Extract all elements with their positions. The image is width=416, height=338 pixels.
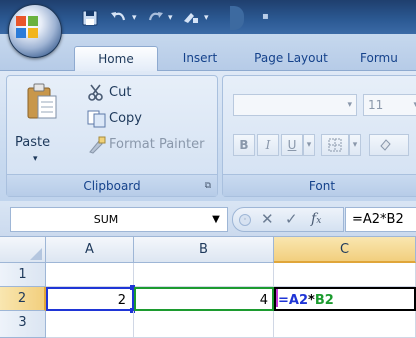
insert-function-icon[interactable]: fx (311, 208, 321, 233)
name-box[interactable]: SUM ▼ (10, 207, 228, 232)
cell-b1[interactable] (134, 263, 274, 287)
title-separator-icon: ▪ (262, 11, 269, 22)
paste-icon[interactable] (25, 82, 59, 122)
save-icon[interactable] (82, 7, 98, 29)
fill-color-icon (380, 139, 391, 151)
select-all-corner[interactable] (0, 237, 46, 263)
column-header-b[interactable]: B (134, 237, 274, 263)
cell-a2[interactable]: 2 (46, 287, 134, 311)
cell-b2[interactable]: 4 (134, 287, 274, 311)
formula-ref-a2: =A2 (278, 293, 308, 308)
borders-button[interactable] (321, 134, 349, 156)
row-header-2[interactable]: 2 (0, 287, 46, 311)
underline-button[interactable]: U (281, 134, 303, 156)
fill-color-button[interactable] (369, 134, 409, 156)
font-group-label: Font (223, 174, 416, 196)
name-box-value: SUM (93, 213, 119, 226)
redo-icon[interactable] (144, 7, 166, 29)
office-logo-icon (16, 16, 38, 38)
redo-dropdown-icon[interactable]: ▾ (168, 7, 173, 29)
format-painter-label[interactable]: Format Painter (109, 136, 204, 154)
formula-ref-b2: B2 (314, 293, 334, 308)
formula-input[interactable]: =A2*B2 (345, 207, 416, 232)
row-header-3[interactable]: 3 (0, 311, 46, 338)
underline-dropdown-icon[interactable]: ▾ (303, 134, 315, 156)
cancel-icon[interactable]: ✕ (261, 208, 274, 231)
column-header-a[interactable]: A (46, 237, 134, 263)
font-size-combo[interactable]: 11 ▾ (363, 94, 416, 116)
clipboard-group-title: Clipboard (83, 179, 141, 193)
copy-label[interactable]: Copy (109, 110, 142, 128)
font-group: ▾ 11 ▾ B I U ▾ ▾ Font (222, 75, 416, 197)
copy-icon[interactable] (87, 110, 107, 128)
borders-dropdown-icon[interactable]: ▾ (349, 134, 361, 156)
cell-c3[interactable] (274, 311, 416, 338)
expand-dot-icon[interactable]: ◦ (239, 214, 251, 226)
cut-icon[interactable] (87, 84, 105, 102)
font-size-value: 11 (368, 98, 384, 112)
tab-formulas[interactable]: Formu (360, 46, 416, 71)
select-all-icon (30, 248, 42, 260)
cell-b3[interactable] (134, 311, 274, 338)
column-header-row: A B C (0, 237, 416, 263)
clipboard-group: Paste ▾ Cut Copy Format Painter Clipboar… (6, 75, 218, 197)
tab-page-layout[interactable]: Page Layout (244, 46, 338, 71)
formula-buttons: ◦ ✕ ✓ fx (232, 207, 344, 232)
formula-operator: * (308, 293, 315, 308)
cell-c2-editing[interactable]: =A2*B2 (274, 287, 416, 311)
tab-home[interactable]: Home (74, 46, 158, 71)
customize-icon[interactable] (180, 7, 202, 29)
column-header-c[interactable]: C (274, 237, 416, 263)
paste-dropdown-icon[interactable]: ▾ (33, 150, 38, 168)
cell-a3[interactable] (46, 311, 134, 338)
formula-bar: SUM ▼ ◦ ✕ ✓ fx =A2*B2 (0, 201, 416, 237)
ribbon-tab-row: Home Insert Page Layout Formu (0, 34, 416, 71)
cell-a1[interactable] (46, 263, 134, 287)
customize-dropdown-icon[interactable]: ▾ (204, 7, 209, 29)
quick-access-toolbar: ▾ ▾ ▾ (68, 7, 228, 29)
row-header-1[interactable]: 1 (0, 263, 46, 287)
bold-button[interactable]: B (233, 134, 255, 156)
ribbon: Paste ▾ Cut Copy Format Painter Clipboar… (0, 71, 416, 201)
enter-check-icon[interactable]: ✓ (285, 208, 298, 231)
undo-dropdown-icon[interactable]: ▾ (132, 7, 137, 29)
italic-button[interactable]: I (257, 134, 279, 156)
cut-label[interactable]: Cut (109, 84, 131, 102)
format-painter-icon[interactable] (87, 136, 107, 154)
borders-icon (328, 138, 342, 152)
undo-icon[interactable] (108, 7, 130, 29)
font-name-dropdown-icon[interactable]: ▾ (347, 95, 352, 115)
cell-c1[interactable] (274, 263, 416, 287)
font-name-combo[interactable]: ▾ (233, 94, 357, 116)
clipboard-group-label: Clipboard ⧉ (7, 174, 217, 196)
text-cursor (276, 289, 278, 307)
name-box-dropdown-icon[interactable]: ▼ (207, 208, 225, 231)
dialog-launcher-icon[interactable]: ⧉ (205, 175, 211, 197)
tab-insert[interactable]: Insert (172, 46, 228, 71)
